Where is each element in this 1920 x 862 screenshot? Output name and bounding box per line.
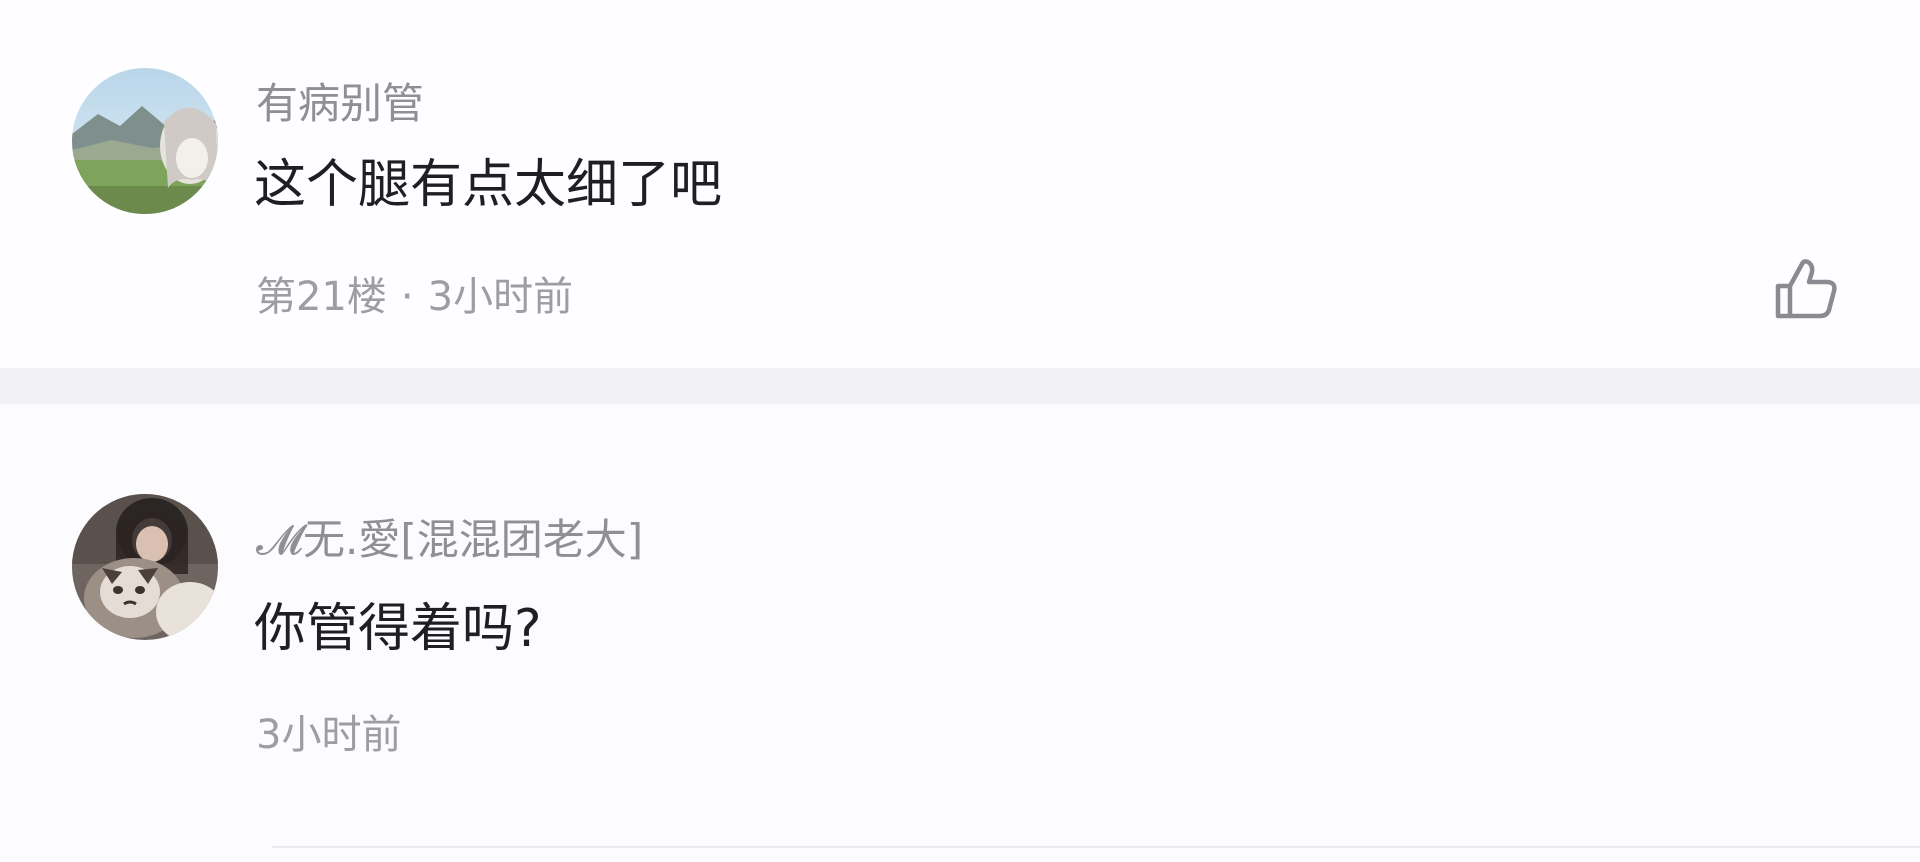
comment-text: 这个腿有点太细了吧: [254, 155, 723, 215]
avatar[interactable]: [72, 494, 218, 640]
floor-number: 第21楼: [256, 274, 387, 320]
separator-dot: ·: [400, 274, 414, 320]
like-button[interactable]: [1770, 254, 1842, 326]
section-divider: [0, 368, 1920, 404]
avatar[interactable]: [72, 68, 218, 214]
timestamp: 3小时前: [256, 712, 402, 758]
comment-item: 𝓜无.愛[混混团老大] 你管得着吗? 3小时前: [0, 404, 1920, 862]
thumbs-up-icon: [1775, 259, 1837, 319]
comment-meta: 第21楼 · 3小时前: [256, 264, 573, 322]
comment-text: 你管得着吗?: [254, 599, 542, 659]
divider-line: [272, 846, 1920, 848]
username[interactable]: 𝓜无.愛[混混团老大]: [256, 506, 643, 567]
username[interactable]: 有病别管: [256, 70, 424, 131]
timestamp: 3小时前: [427, 274, 574, 320]
comment-meta: 3小时前: [256, 702, 401, 760]
landscape-anime-avatar-icon: [72, 68, 218, 214]
comment-item: 有病别管 这个腿有点太细了吧 第21楼 · 3小时前: [0, 0, 1920, 368]
girl-with-cat-avatar-icon: [72, 494, 218, 640]
comment-thread: 有病别管 这个腿有点太细了吧 第21楼 · 3小时前 𝓜无.愛[混混团老大] 你…: [0, 0, 1920, 862]
